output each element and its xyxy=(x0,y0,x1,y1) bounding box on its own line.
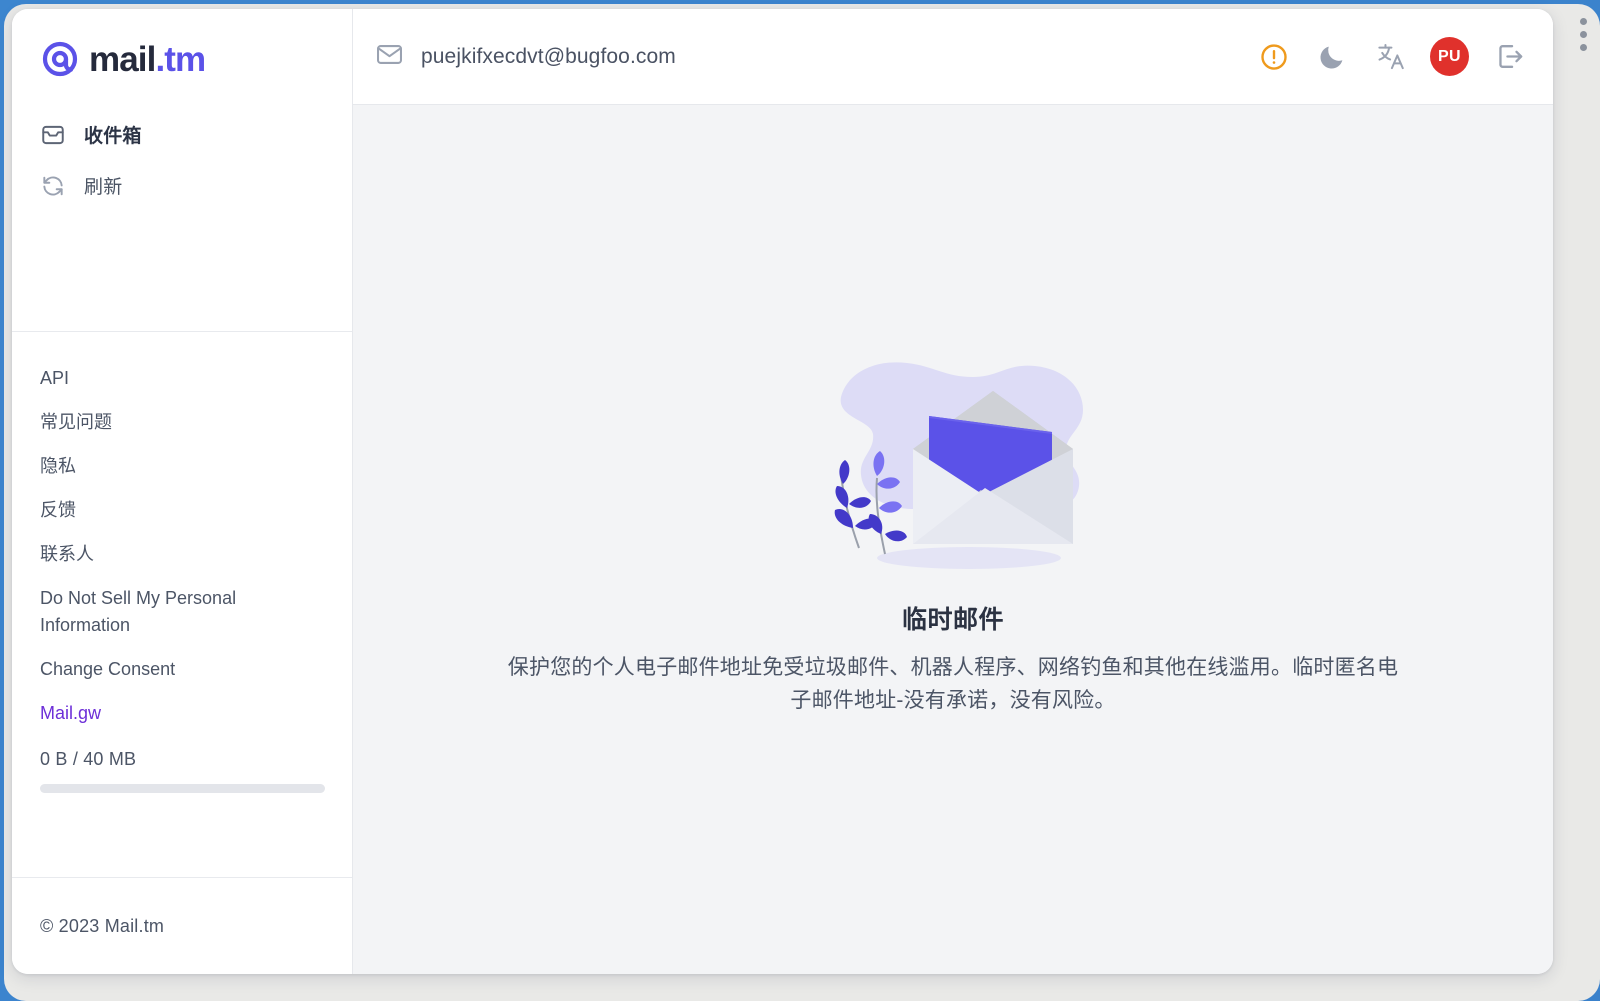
copyright-text: © 2023 Mail.tm xyxy=(40,916,164,937)
storage-usage-label: 0 B / 40 MB xyxy=(40,749,324,770)
sidebar-link-feedback[interactable]: 反馈 xyxy=(12,488,312,532)
refresh-icon xyxy=(40,173,66,199)
storage-progress-bar xyxy=(40,784,325,793)
email-address-text: puejkifxecdvt@bugfoo.com xyxy=(421,45,676,69)
current-address[interactable]: puejkifxecdvt@bugfoo.com xyxy=(375,40,676,74)
sidebar-link-do-not-sell[interactable]: Do Not Sell My Personal Information xyxy=(12,576,312,646)
storage-usage: 0 B / 40 MB xyxy=(12,735,352,793)
content-area: 临时邮件 保护您的个人电子邮件地址免受垃圾邮件、机器人程序、网络钓鱼和其他在线滥… xyxy=(353,105,1553,974)
page-title: 临时邮件 xyxy=(488,600,1418,636)
page-subtitle: 保护您的个人电子邮件地址免受垃圾邮件、机器人程序、网络钓鱼和其他在线滥用。临时匿… xyxy=(488,652,1418,717)
logo-text-main: mail xyxy=(89,40,155,79)
sidebar-footer: © 2023 Mail.tm xyxy=(12,878,352,974)
topbar-actions: PU xyxy=(1256,37,1527,76)
top-bar: puejkifxecdvt@bugfoo.com xyxy=(353,9,1553,105)
app-card: mail.tm 收件箱 xyxy=(12,9,1553,974)
dot xyxy=(1580,31,1587,38)
sidebar-link-contacts[interactable]: 联系人 xyxy=(12,532,312,576)
sidebar-link-faq[interactable]: 常见问题 xyxy=(12,400,312,444)
vertical-dots-icon[interactable] xyxy=(1574,18,1592,51)
avatar[interactable]: PU xyxy=(1430,37,1469,76)
sidebar-item-label: 收件箱 xyxy=(84,121,142,148)
sidebar-link-api[interactable]: API xyxy=(12,356,312,400)
logo-text-accent: .tm xyxy=(155,40,205,79)
sidebar-link-privacy[interactable]: 隐私 xyxy=(12,444,312,488)
empty-state: 临时邮件 保护您的个人电子邮件地址免受垃圾邮件、机器人程序、网络钓鱼和其他在线滥… xyxy=(488,312,1418,717)
sidebar-link-mail-gw[interactable]: Mail.gw xyxy=(12,691,312,735)
app-logo[interactable]: mail.tm xyxy=(12,9,352,106)
logout-icon[interactable] xyxy=(1491,39,1527,75)
dot xyxy=(1580,44,1587,51)
sidebar-item-refresh[interactable]: 刷新 xyxy=(12,160,352,211)
sidebar-nav: 收件箱 刷新 xyxy=(12,106,352,332)
moon-icon[interactable] xyxy=(1314,39,1350,75)
sidebar-item-inbox[interactable]: 收件箱 xyxy=(12,109,352,160)
at-sign-icon xyxy=(40,39,80,79)
open-envelope-with-letter-illustration xyxy=(793,312,1113,574)
sidebar: mail.tm 收件箱 xyxy=(12,9,353,974)
envelope-icon xyxy=(375,40,404,74)
sidebar-links: API 常见问题 隐私 反馈 联系人 Do Not Sell My Person… xyxy=(12,332,352,878)
inbox-icon xyxy=(40,122,66,148)
sidebar-link-change-consent[interactable]: Change Consent xyxy=(12,647,312,691)
main-area: puejkifxecdvt@bugfoo.com xyxy=(353,9,1553,974)
translate-icon[interactable] xyxy=(1372,39,1408,75)
dot xyxy=(1580,18,1587,25)
alert-icon[interactable] xyxy=(1256,39,1292,75)
sidebar-item-label: 刷新 xyxy=(84,172,122,199)
avatar-initials: PU xyxy=(1438,48,1461,66)
